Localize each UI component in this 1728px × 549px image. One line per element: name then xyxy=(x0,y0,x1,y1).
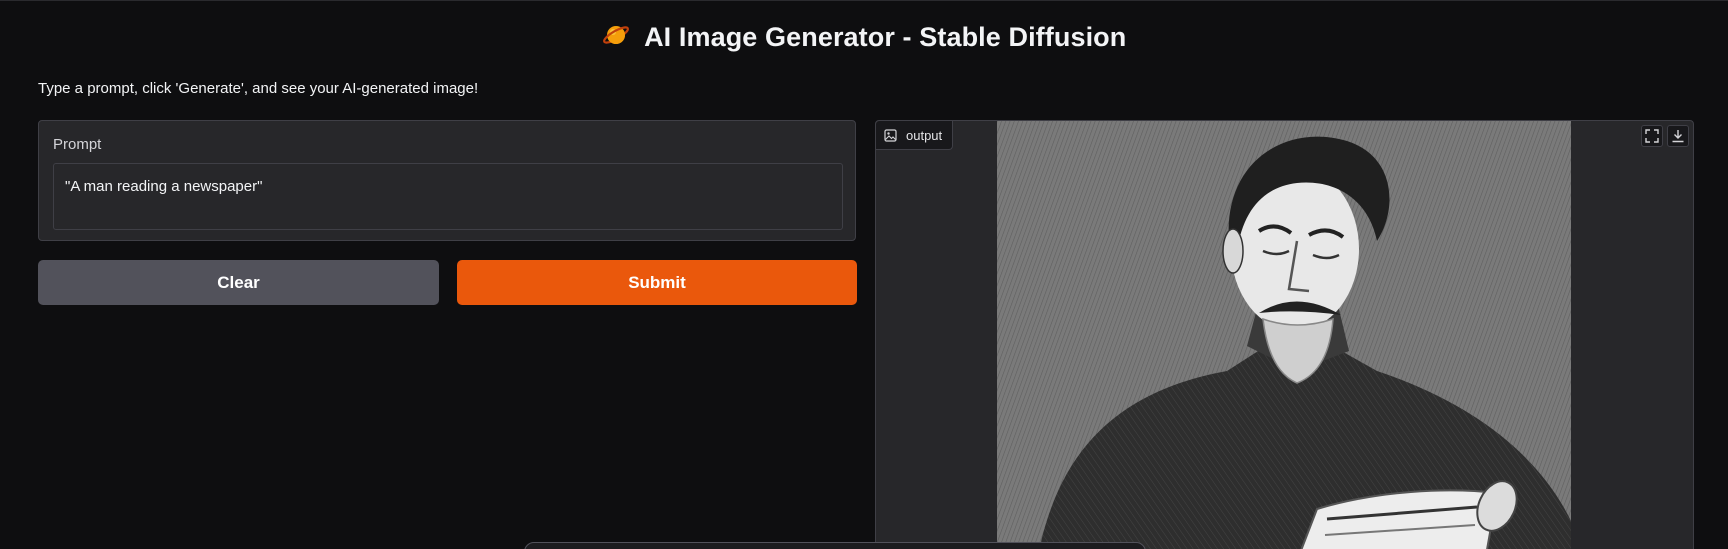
output-tab-label: output xyxy=(906,127,943,143)
submit-button[interactable]: Submit xyxy=(457,260,857,305)
app-page: AI Image Generator - Stable Diffusion Ty… xyxy=(0,0,1728,549)
clear-button[interactable]: Clear xyxy=(38,260,439,305)
prompt-label: Prompt xyxy=(53,136,102,153)
planet-emoji-icon xyxy=(602,21,630,54)
download-icon[interactable] xyxy=(1667,125,1689,147)
page-title: AI Image Generator - Stable Diffusion xyxy=(644,22,1127,52)
page-description: Type a prompt, click 'Generate', and see… xyxy=(38,80,479,97)
bottom-overlay-bar xyxy=(524,542,1146,549)
image-icon xyxy=(884,128,897,142)
fullscreen-icon[interactable] xyxy=(1641,125,1663,147)
generated-image[interactable] xyxy=(997,121,1571,549)
output-tab: output xyxy=(876,121,954,150)
header: AI Image Generator - Stable Diffusion xyxy=(0,21,1728,61)
prompt-block: Prompt "A man reading a newspaper" xyxy=(38,120,856,241)
output-panel: output xyxy=(875,120,1694,549)
output-toolbar xyxy=(1641,125,1689,147)
prompt-input[interactable]: "A man reading a newspaper" xyxy=(53,163,843,230)
